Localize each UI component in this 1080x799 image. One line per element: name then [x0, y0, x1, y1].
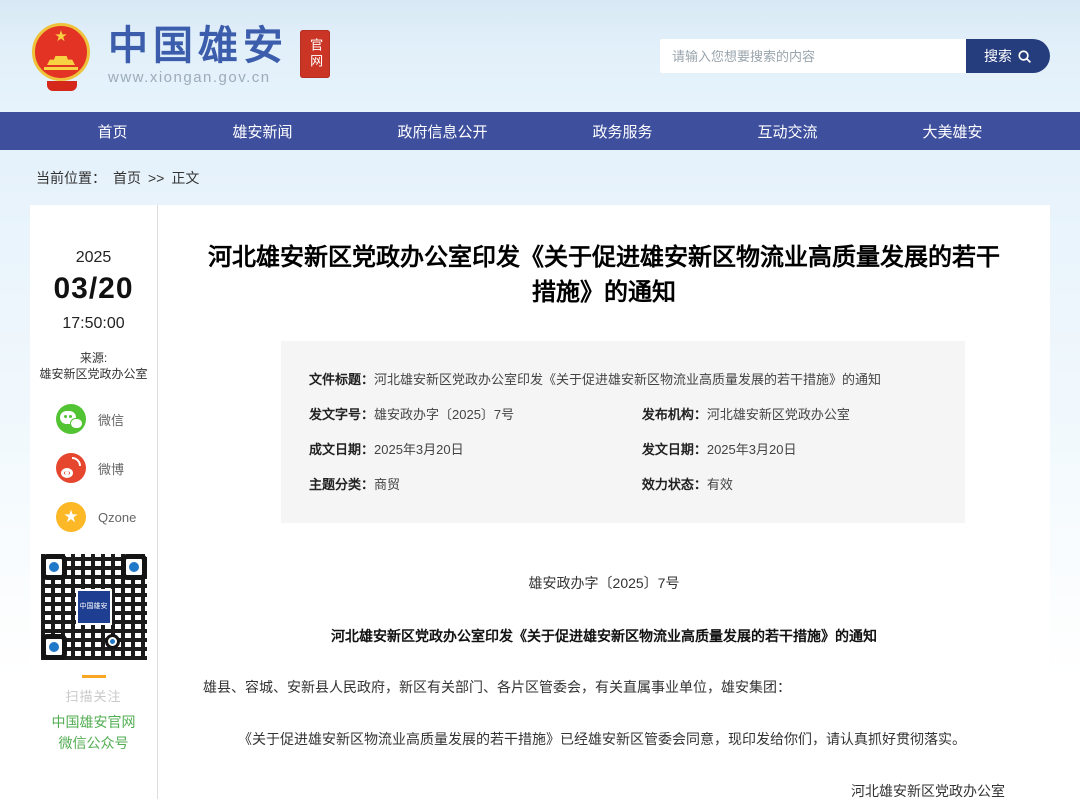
article-main: 河北雄安新区党政办公室印发《关于促进雄安新区物流业高质量发展的若干措施》的通知 … [158, 205, 1050, 799]
main-navigation: 首页 雄安新闻 政府信息公开 政务服务 互动交流 大美雄安 [0, 112, 1080, 150]
meta-row: 文件标题： 河北雄安新区党政办公室印发《关于促进雄安新区物流业高质量发展的若干措… [309, 369, 937, 388]
wechat-icon [56, 404, 86, 434]
content-card: 2025 03/20 17:50:00 来源: 雄安新区党政办公室 微信 微博 … [30, 205, 1050, 799]
qzone-star-icon: ★ [56, 502, 86, 532]
meta-label-issuing-org: 发布机构： [642, 404, 707, 423]
document-number: 雄安政办字〔2025〕7号 [203, 573, 1005, 593]
meta-value-doc-number: 雄安政办字〔2025〕7号 [374, 404, 514, 423]
nav-item-interaction[interactable]: 互动交流 [757, 121, 817, 142]
qr-finder-top-left [41, 554, 67, 580]
publish-date: 03/20 [30, 272, 157, 306]
article-title: 河北雄安新区党政办公室印发《关于促进雄安新区物流业高质量发展的若干措施》的通知 [203, 241, 1005, 311]
qr-caption: 扫描关注 [30, 686, 157, 705]
source-label: 来源: [80, 351, 107, 365]
site-logo[interactable]: 中国雄安 www.xiongan.gov.cn [108, 26, 288, 86]
qr-finder-top-right [121, 554, 147, 580]
body-paragraph-notice: 《关于促进雄安新区物流业高质量发展的若干措施》已经雄安新区管委会同意，现印发给你… [203, 729, 1005, 750]
search-bar: 搜索 [660, 39, 1050, 73]
source-value: 雄安新区党政办公室 [39, 367, 147, 381]
meta-row: 成文日期： 2025年3月20日 发文日期： 2025年3月20日 [309, 439, 937, 458]
share-wechat-button[interactable]: 微信 [56, 404, 157, 434]
meta-label-issue-date: 发文日期： [642, 439, 707, 458]
meta-value-topic-category: 商贸 [374, 474, 400, 493]
qr-divider [82, 675, 106, 678]
meta-label-doc-title: 文件标题： [309, 369, 374, 388]
meta-label-validity-status: 效力状态： [642, 474, 707, 493]
nav-item-beautiful-xiongan[interactable]: 大美雄安 [922, 121, 982, 142]
meta-row: 发文字号： 雄安政办字〔2025〕7号 发布机构： 河北雄安新区党政办公室 [309, 404, 937, 423]
document-meta-box: 文件标题： 河北雄安新区党政办公室印发《关于促进雄安新区物流业高质量发展的若干措… [281, 341, 965, 523]
meta-label-doc-number: 发文字号： [309, 404, 374, 423]
qr-account-name: 中国雄安官网 微信公众号 [30, 712, 157, 753]
qr-center-logo: 中国雄安 [76, 589, 112, 625]
share-weibo-label: 微博 [98, 459, 124, 478]
share-qzone-label: Qzone [98, 510, 136, 525]
search-button[interactable]: 搜索 [966, 39, 1050, 73]
national-emblem-logo: ★ [30, 21, 94, 91]
star-icon: ★ [35, 29, 87, 44]
body-paragraph-recipients: 雄县、容城、安新县人民政府，新区有关部门、各片区管委会，有关直属事业单位，雄安集… [203, 677, 1005, 698]
share-panel: 微信 微博 ★ Qzone [30, 404, 157, 532]
nav-item-home[interactable]: 首页 [97, 121, 127, 142]
official-site-seal: 官网 [300, 30, 330, 78]
breadcrumb-separator: >> [148, 170, 164, 186]
article-sidebar: 2025 03/20 17:50:00 来源: 雄安新区党政办公室 微信 微博 … [30, 205, 158, 799]
meta-value-issue-date: 2025年3月20日 [707, 439, 797, 458]
site-url: www.xiongan.gov.cn [108, 69, 288, 86]
breadcrumb-prefix: 当前位置： [36, 168, 106, 188]
meta-value-written-date: 2025年3月20日 [374, 439, 464, 458]
breadcrumb: 当前位置： 首页 >> 正文 [0, 150, 1080, 205]
nav-item-news[interactable]: 雄安新闻 [232, 121, 292, 142]
meta-label-topic-category: 主题分类： [309, 474, 374, 493]
search-button-label: 搜索 [984, 46, 1012, 66]
breadcrumb-home-link[interactable]: 首页 [113, 168, 141, 188]
meta-row: 主题分类： 商贸 效力状态： 有效 [309, 474, 937, 493]
article-source: 来源: 雄安新区党政办公室 [30, 350, 157, 382]
meta-value-issuing-org: 河北雄安新区党政办公室 [707, 404, 850, 423]
search-icon [1017, 49, 1032, 64]
meta-label-written-date: 成文日期： [309, 439, 374, 458]
emblem-circle: ★ [32, 23, 90, 81]
site-header: ★ 中国雄安 www.xiongan.gov.cn 官网 搜索 [0, 0, 1080, 112]
search-input[interactable] [660, 39, 966, 73]
body-heading: 河北雄安新区党政办公室印发《关于促进雄安新区物流业高质量发展的若干措施》的通知 [203, 626, 1005, 646]
nav-item-gov-info[interactable]: 政府信息公开 [397, 121, 487, 142]
meta-value-validity-status: 有效 [707, 474, 733, 493]
publish-time: 17:50:00 [30, 315, 157, 333]
nav-item-services[interactable]: 政务服务 [592, 121, 652, 142]
site-name: 中国雄安 [108, 26, 288, 66]
share-qzone-button[interactable]: ★ Qzone [56, 502, 157, 532]
qr-finder-bottom-left [41, 634, 67, 660]
emblem-ribbon [47, 81, 77, 91]
meta-value-doc-title: 河北雄安新区党政办公室印发《关于促进雄安新区物流业高质量发展的若干措施》的通知 [374, 369, 881, 388]
weibo-icon [56, 453, 86, 483]
tiananmen-icon [47, 56, 75, 65]
share-wechat-label: 微信 [98, 410, 124, 429]
breadcrumb-current: 正文 [171, 168, 199, 188]
wechat-qr-code: 中国雄安 [38, 551, 150, 663]
signature-org: 河北雄安新区党政办公室 [203, 781, 1005, 799]
publish-year: 2025 [30, 249, 157, 267]
qr-alignment-marker [105, 634, 120, 649]
share-weibo-button[interactable]: 微博 [56, 453, 157, 483]
